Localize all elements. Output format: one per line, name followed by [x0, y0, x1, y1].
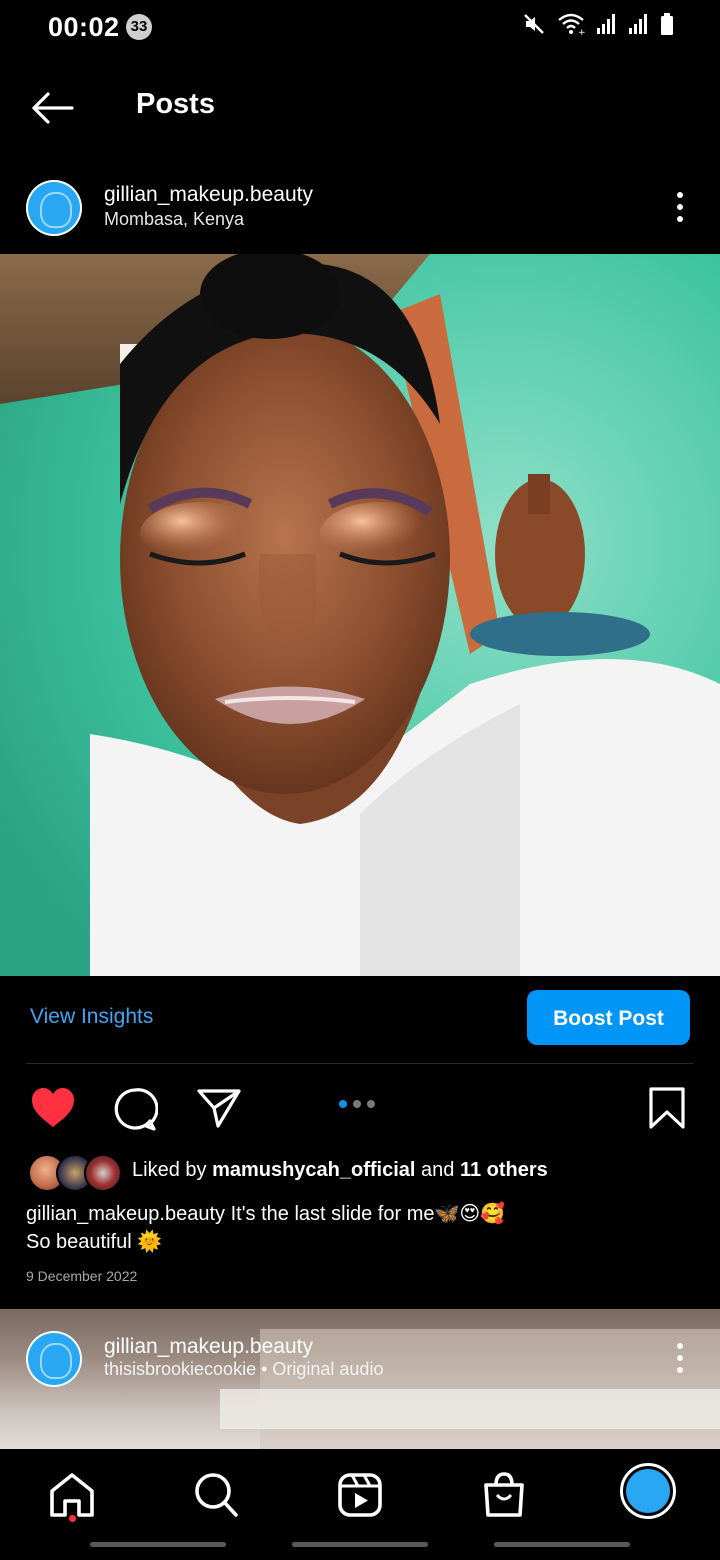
avatar — [84, 1154, 122, 1192]
gesture-bar — [90, 1542, 226, 1547]
likes-others[interactable]: 11 others — [460, 1159, 548, 1181]
signal-icon — [629, 14, 647, 34]
post-username[interactable]: gillian_makeup.beauty — [104, 183, 313, 207]
likes-prefix: Liked by — [132, 1159, 207, 1181]
carousel-indicator — [339, 1100, 375, 1108]
wifi-icon: + — [558, 13, 586, 36]
carousel-dot — [367, 1100, 375, 1108]
shop-icon[interactable] — [474, 1465, 534, 1525]
signal-icon — [597, 14, 615, 34]
post-location[interactable]: Mombasa, Kenya — [104, 209, 244, 230]
post-image-art — [0, 254, 720, 976]
more-vertical-icon[interactable] — [676, 192, 684, 232]
battery-icon — [661, 13, 673, 35]
home-notification-dot — [69, 1515, 76, 1522]
post-image[interactable] — [0, 254, 720, 976]
bottom-nav — [0, 1449, 720, 1560]
arrow-left-icon[interactable] — [28, 84, 76, 132]
post-actions — [0, 1080, 720, 1136]
status-time: 00:02 — [48, 12, 120, 42]
next-post-preview[interactable]: gillian_makeup.beauty thisisbrookiecooki… — [0, 1309, 720, 1449]
likes-row[interactable]: Liked by mamushycah_official and 11 othe… — [28, 1152, 708, 1192]
next-post-audio[interactable]: thisisbrookiecookie • Original audio — [104, 1359, 383, 1380]
svg-text:+: + — [578, 28, 586, 36]
next-post-username[interactable]: gillian_makeup.beauty — [104, 1335, 313, 1359]
likes-summary[interactable]: Liked by mamushycah_official and 11 othe… — [132, 1159, 548, 1182]
divider — [26, 1063, 693, 1064]
app-bar: Posts — [0, 70, 720, 146]
post-caption: gillian_makeup.beauty It's the last slid… — [26, 1200, 696, 1256]
status-bar: 00:02 33 + — [0, 0, 720, 56]
mute-icon — [524, 14, 544, 34]
gesture-bar — [494, 1542, 630, 1547]
likes-joiner: and — [421, 1159, 455, 1181]
search-icon[interactable] — [186, 1465, 246, 1525]
profile-avatar[interactable] — [620, 1463, 676, 1519]
post-header: gillian_makeup.beauty Mombasa, Kenya — [0, 172, 720, 246]
more-vertical-icon[interactable] — [676, 1343, 684, 1383]
post-date: 9 December 2022 — [26, 1268, 138, 1284]
view-insights-link[interactable]: View Insights — [30, 1005, 153, 1029]
bookmark-icon[interactable] — [648, 1086, 686, 1130]
notification-count-badge: 33 — [126, 14, 152, 40]
system-icons: + — [522, 12, 674, 36]
share-icon[interactable] — [196, 1086, 242, 1130]
liker-avatars — [28, 1154, 122, 1192]
carousel-dot-active — [339, 1100, 347, 1108]
avatar[interactable] — [26, 180, 82, 236]
page-title: Posts — [136, 88, 215, 120]
avatar[interactable] — [26, 1331, 82, 1387]
gesture-bar — [292, 1542, 428, 1547]
caption-line2: So beautiful 🌞 — [26, 1231, 163, 1253]
reels-icon[interactable] — [330, 1465, 390, 1525]
boost-post-button[interactable]: Boost Post — [527, 990, 690, 1045]
comment-icon[interactable] — [112, 1086, 158, 1132]
caption-text: It's the last slide for me🦋😍🥰 — [230, 1203, 506, 1225]
liker-username[interactable]: mamushycah_official — [212, 1159, 415, 1181]
carousel-dot — [353, 1100, 361, 1108]
heart-icon[interactable] — [30, 1086, 76, 1130]
caption-username[interactable]: gillian_makeup.beauty — [26, 1203, 225, 1225]
